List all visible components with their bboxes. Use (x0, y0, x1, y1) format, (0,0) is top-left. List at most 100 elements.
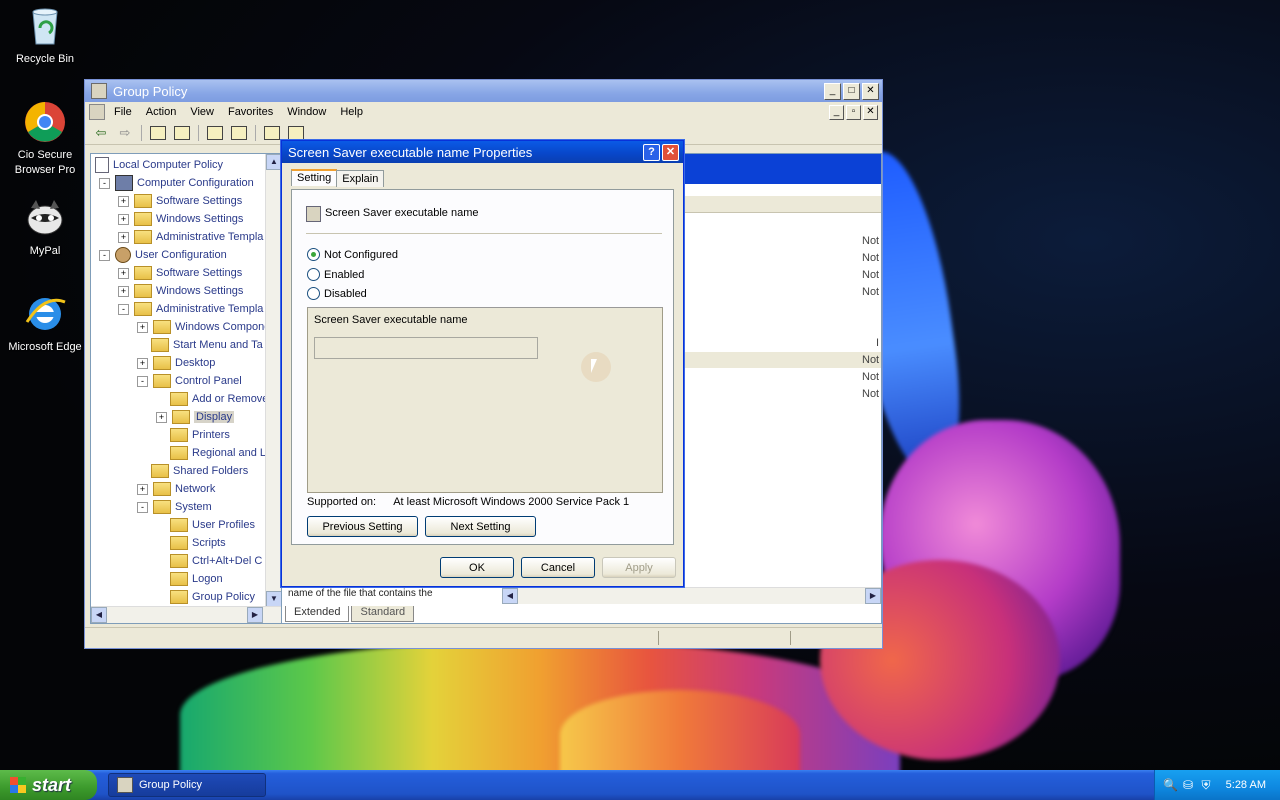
details-horizontal-scrollbar[interactable]: ◀ ▶ (502, 587, 881, 604)
tree-node[interactable]: + Windows Settings (118, 210, 243, 228)
desktop-icon-cio-browser[interactable]: Cio Secure Browser Pro (3, 100, 87, 178)
expand-icon[interactable]: + (118, 231, 129, 243)
tree-node[interactable]: + Desktop (137, 354, 215, 372)
state-cell[interactable]: I (876, 337, 879, 349)
expand-icon[interactable]: + (118, 195, 129, 207)
expand-icon[interactable]: + (137, 357, 148, 369)
state-cell[interactable]: Not (862, 252, 879, 264)
expand-icon[interactable]: + (137, 483, 148, 495)
desktop-icon-recycle-bin[interactable]: Recycle Bin (3, 4, 87, 67)
radio-indicator[interactable] (307, 248, 320, 261)
menu-help[interactable]: Help (333, 104, 370, 120)
network-icon[interactable]: ⛁ (1181, 778, 1195, 792)
child-restore-button[interactable]: ▫ (846, 104, 861, 120)
menu-file[interactable]: File (107, 104, 139, 120)
tree-node[interactable]: Logon (156, 570, 223, 588)
state-cell[interactable]: Not (862, 235, 879, 247)
tree-node[interactable]: Regional and L (156, 444, 266, 462)
expand-icon[interactable]: + (137, 321, 148, 333)
tree-node[interactable]: + Software Settings (118, 192, 242, 210)
state-cell[interactable]: Not (862, 371, 879, 383)
properties-icon[interactable] (205, 124, 225, 142)
tree-node[interactable]: + Windows Compone (137, 318, 270, 336)
radio-indicator[interactable] (307, 287, 320, 300)
tab-standard[interactable]: Standard (351, 606, 415, 622)
tree-node[interactable]: Local Computer Policy (95, 156, 223, 174)
tree-node[interactable]: + Windows Settings (118, 282, 243, 300)
tree-node[interactable]: + Software Settings (118, 264, 242, 282)
start-button[interactable]: start (0, 770, 97, 800)
radio-enabled[interactable]: Enabled (307, 268, 364, 281)
radio-disabled[interactable]: Disabled (307, 287, 367, 300)
tree-node[interactable]: + Administrative Templa (118, 228, 263, 246)
tree-node[interactable]: - Control Panel (137, 372, 242, 390)
show-hide-tree-icon[interactable] (172, 124, 192, 142)
apply-button[interactable]: Apply (602, 557, 676, 578)
expand-icon[interactable]: + (118, 267, 129, 279)
tree-node[interactable]: User Profiles (156, 516, 255, 534)
tab-extended[interactable]: Extended (285, 606, 350, 622)
tree-node[interactable]: Start Menu and Ta (137, 336, 263, 354)
cancel-button[interactable]: Cancel (521, 557, 595, 578)
tree-node[interactable]: - Computer Configuration (99, 174, 254, 192)
tree-horizontal-scrollbar[interactable]: ◀ ▶ (91, 606, 282, 623)
next-setting-button[interactable]: Next Setting (425, 516, 536, 537)
menu-window[interactable]: Window (280, 104, 333, 120)
radio-not-configured[interactable]: Not Configured (307, 248, 398, 261)
state-cell[interactable]: Not (862, 286, 879, 298)
child-close-button[interactable]: ✕ (863, 104, 878, 120)
tree-node[interactable]: Scripts (156, 534, 226, 552)
collapse-icon[interactable]: - (99, 177, 110, 189)
minimize-button[interactable]: _ (824, 82, 841, 100)
tree-node[interactable]: Add or Remove (156, 390, 268, 408)
export-list-icon[interactable] (229, 124, 249, 142)
radio-indicator[interactable] (307, 268, 320, 281)
state-cell[interactable]: Not (862, 354, 879, 366)
dialog-titlebar[interactable]: Screen Saver executable name Properties … (282, 141, 683, 163)
tab-explain[interactable]: Explain (336, 170, 385, 187)
tree-node[interactable]: - Administrative Templa (118, 300, 263, 318)
menu-view[interactable]: View (183, 104, 221, 120)
menu-favorites[interactable]: Favorites (221, 104, 280, 120)
tree-node[interactable]: Printers (156, 426, 230, 444)
scroll-right-arrow[interactable]: ▶ (247, 607, 263, 623)
tree-node[interactable]: Shared Folders (137, 462, 248, 480)
window-titlebar[interactable]: Group Policy _ □ ✕ (85, 80, 882, 102)
child-minimize-button[interactable]: _ (829, 104, 844, 120)
forward-arrow-icon[interactable]: ⇨ (115, 124, 135, 142)
desktop-icon-edge[interactable]: Microsoft Edge (3, 292, 87, 355)
scroll-up-arrow[interactable]: ▲ (266, 154, 282, 170)
close-button[interactable]: ✕ (862, 82, 879, 100)
mmc-document-icon[interactable] (89, 104, 105, 120)
collapse-icon[interactable]: - (137, 375, 148, 387)
state-cell[interactable]: Not (862, 269, 879, 281)
taskbar-button-group-policy[interactable]: Group Policy (108, 773, 266, 797)
expand-icon[interactable]: + (118, 213, 129, 225)
help-icon[interactable] (262, 124, 282, 142)
tree-node[interactable]: Group Policy (156, 588, 255, 606)
expand-icon[interactable]: + (118, 285, 129, 297)
collapse-icon[interactable]: - (99, 249, 110, 261)
search-icon[interactable]: 🔍 (1163, 778, 1178, 792)
tree-vertical-scrollbar[interactable]: ▲ ▼ (265, 154, 282, 623)
tree-node[interactable]: - User Configuration (99, 246, 227, 264)
scroll-down-arrow[interactable]: ▼ (266, 591, 282, 607)
scroll-left-arrow[interactable]: ◀ (502, 588, 518, 604)
clock[interactable]: 5:28 AM (1226, 779, 1266, 791)
tree-node[interactable]: Ctrl+Alt+Del C (156, 552, 262, 570)
expand-icon[interactable]: + (156, 411, 167, 423)
shield-icon[interactable]: ⛨ (1199, 778, 1213, 792)
tree-node[interactable]: - System (137, 498, 212, 516)
tree-node[interactable]: + Network (137, 480, 215, 498)
menu-action[interactable]: Action (139, 104, 184, 120)
dialog-close-button[interactable]: ✕ (662, 143, 679, 161)
state-cell[interactable]: Not (862, 388, 879, 400)
previous-setting-button[interactable]: Previous Setting (307, 516, 418, 537)
up-folder-icon[interactable] (148, 124, 168, 142)
desktop-icon-mypal[interactable]: MyPal (3, 196, 87, 259)
tree-node[interactable]: + Display (156, 408, 235, 426)
tab-setting[interactable]: Setting (291, 169, 338, 186)
maximize-button[interactable]: □ (843, 82, 860, 100)
scroll-left-arrow[interactable]: ◀ (91, 607, 107, 623)
help-button[interactable]: ? (643, 143, 660, 161)
